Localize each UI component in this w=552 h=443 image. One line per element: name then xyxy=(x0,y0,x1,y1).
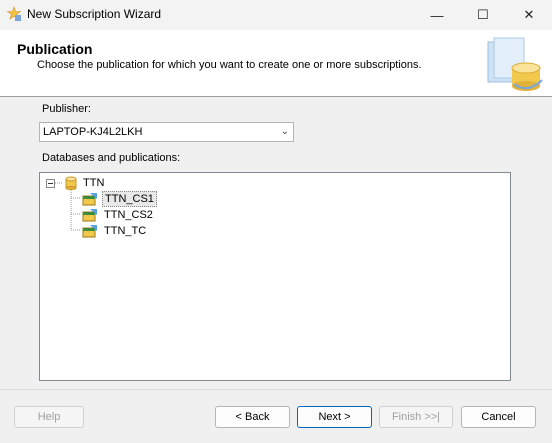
page-description: Choose the publication for which you wan… xyxy=(37,59,422,71)
publication-icon xyxy=(82,209,97,222)
tree-child-label: TTN_CS2 xyxy=(104,209,153,221)
tree-child-label: TTN_CS1 xyxy=(102,191,157,207)
window-title: New Subscription Wizard xyxy=(27,7,162,21)
collapse-icon[interactable] xyxy=(46,178,55,188)
title-bar: New Subscription Wizard — ☐ ✕ xyxy=(0,0,552,30)
publication-icon xyxy=(82,225,97,238)
publications-tree[interactable]: TTN TTN_CS1 TTN_CS2 TTN_TC xyxy=(39,172,511,381)
tree-node-root[interactable]: TTN xyxy=(46,175,106,191)
maximize-button[interactable]: ☐ xyxy=(460,0,506,30)
close-button[interactable]: ✕ xyxy=(506,0,552,30)
chevron-down-icon: ⌄ xyxy=(280,126,289,137)
next-button[interactable]: Next > xyxy=(297,406,372,428)
tree-child-label: TTN_TC xyxy=(104,225,147,237)
tree-node-publication[interactable]: TTN_CS1 xyxy=(82,191,157,207)
minimize-icon: — xyxy=(430,7,444,23)
tree-node-publication[interactable]: TTN_CS2 xyxy=(82,207,155,223)
databases-label: Databases and publications: xyxy=(42,152,181,164)
publisher-label: Publisher: xyxy=(42,103,91,115)
finish-button[interactable]: Finish >>| xyxy=(379,406,453,428)
maximize-icon: ☐ xyxy=(477,7,489,22)
database-icon xyxy=(65,176,77,190)
wizard-app-icon xyxy=(6,6,22,21)
wizard-header: Publication Choose the publication for w… xyxy=(0,30,552,97)
minimize-button[interactable]: — xyxy=(414,0,460,30)
close-icon: ✕ xyxy=(523,7,535,22)
publication-icon xyxy=(82,193,97,206)
footer-divider xyxy=(0,389,552,390)
help-button[interactable]: Help xyxy=(14,406,84,428)
cancel-button[interactable]: Cancel xyxy=(461,406,536,428)
tree-root-label: TTN xyxy=(83,177,105,189)
back-button[interactable]: < Back xyxy=(215,406,290,428)
database-illustration-icon xyxy=(487,37,543,91)
tree-node-publication[interactable]: TTN_TC xyxy=(82,223,148,239)
publisher-select[interactable]: LAPTOP-KJ4L2LKH ⌄ xyxy=(39,122,294,142)
page-title: Publication xyxy=(17,41,93,57)
publisher-value: LAPTOP-KJ4L2LKH xyxy=(43,126,143,138)
